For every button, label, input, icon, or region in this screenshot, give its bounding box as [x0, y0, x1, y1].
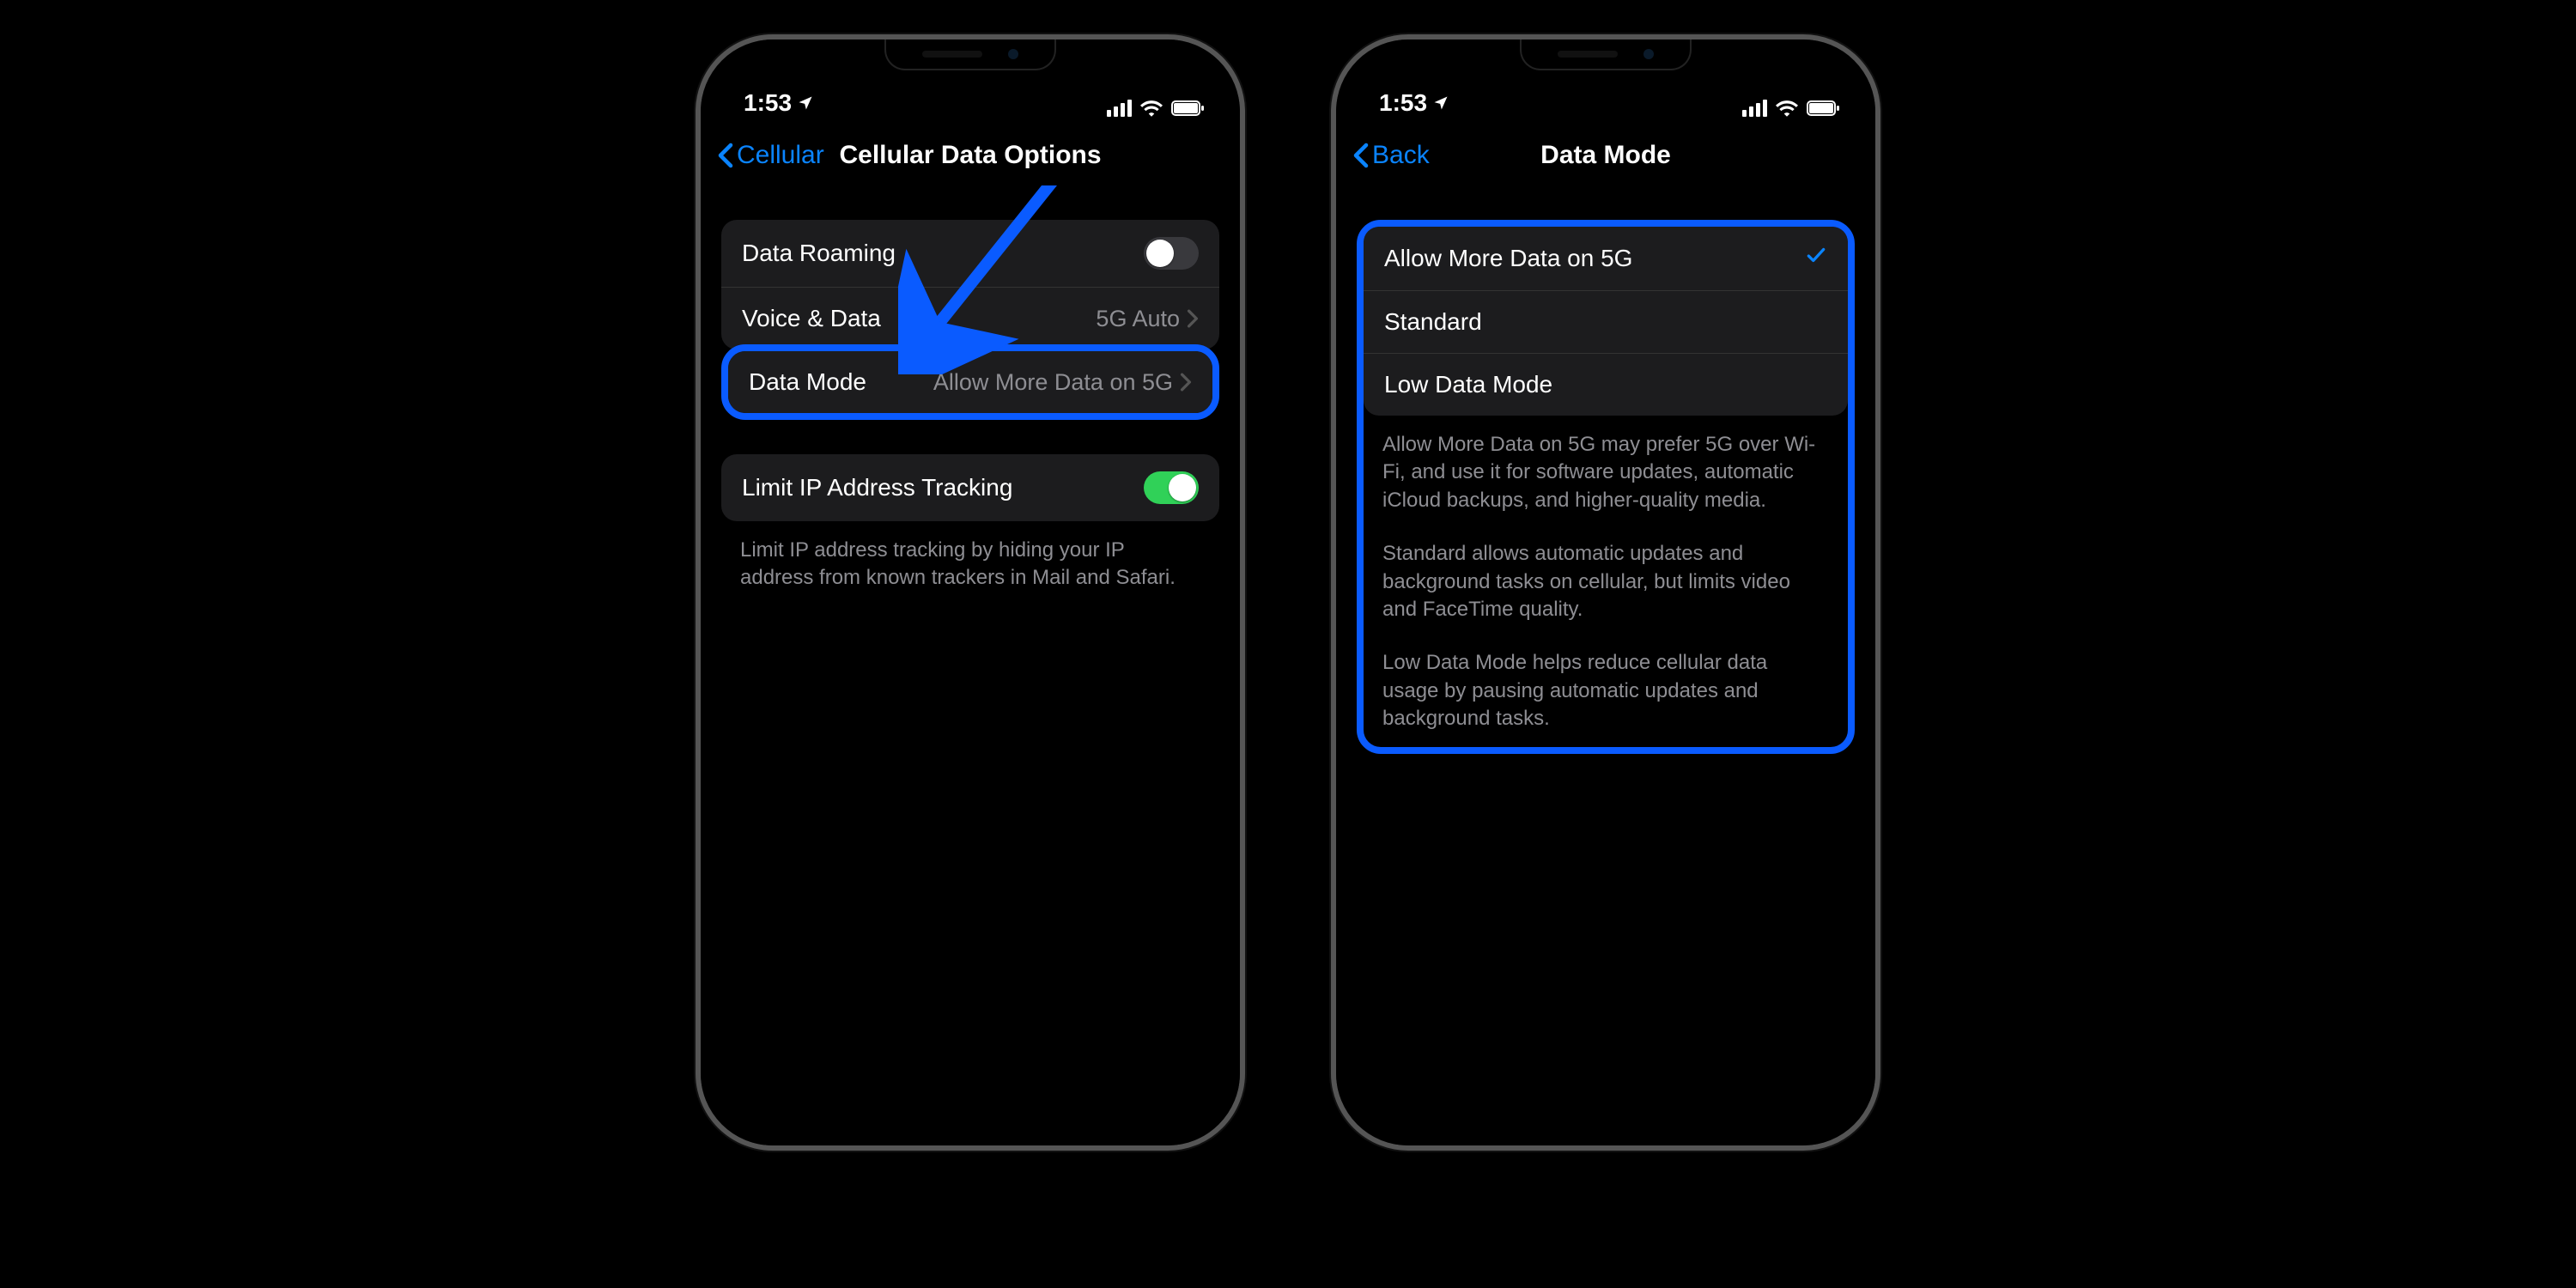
- row-data-roaming[interactable]: Data Roaming: [721, 220, 1219, 287]
- wifi-icon: [1776, 100, 1798, 117]
- location-icon: [1432, 94, 1449, 112]
- mute-switch: [1331, 254, 1334, 297]
- volume-up: [696, 323, 699, 400]
- status-time: 1:53: [1379, 89, 1427, 117]
- option-low-data[interactable]: Low Data Mode: [1364, 353, 1848, 416]
- highlight-data-mode-options: Allow More Data on 5G Standard Low Data …: [1357, 220, 1855, 754]
- nav-bar: Cellular Cellular Data Options: [701, 125, 1240, 185]
- chevron-back-icon: [718, 143, 733, 168]
- option-label: Low Data Mode: [1384, 371, 1552, 398]
- cellular-signal-icon: [1742, 100, 1767, 117]
- volume-down: [696, 417, 699, 495]
- data-roaming-toggle[interactable]: [1144, 237, 1199, 270]
- option-standard[interactable]: Standard: [1364, 290, 1848, 353]
- battery-icon: [1171, 100, 1206, 117]
- row-limit-ip[interactable]: Limit IP Address Tracking: [721, 454, 1219, 521]
- notch: [884, 39, 1056, 70]
- desc-low-data: Low Data Mode helps reduce cellular data…: [1364, 646, 1848, 746]
- phone-right: 1:53 Back Data Mode: [1331, 34, 1880, 1151]
- highlight-data-mode: Data Mode Allow More Data on 5G: [721, 344, 1219, 420]
- desc-standard: Standard allows automatic updates and ba…: [1364, 537, 1848, 623]
- chevron-back-icon: [1353, 143, 1369, 168]
- row-label: Data Roaming: [742, 240, 896, 267]
- option-allow-more-5g[interactable]: Allow More Data on 5G: [1364, 227, 1848, 290]
- power-button: [1877, 331, 1880, 452]
- back-label: Back: [1372, 141, 1430, 170]
- notch: [1520, 39, 1692, 70]
- checkmark-icon: [1805, 244, 1827, 273]
- cellular-signal-icon: [1107, 100, 1132, 117]
- row-data-mode[interactable]: Data Mode Allow More Data on 5G: [728, 351, 1212, 413]
- option-label: Standard: [1384, 308, 1482, 336]
- back-button[interactable]: Cellular: [718, 141, 824, 170]
- row-label: Data Mode: [749, 368, 866, 396]
- status-time: 1:53: [744, 89, 792, 117]
- back-label: Cellular: [737, 141, 824, 170]
- row-voice-data[interactable]: Voice & Data 5G Auto: [721, 287, 1219, 349]
- settings-group-1: Data Roaming Voice & Data 5G Auto: [721, 220, 1219, 349]
- desc-allow-more: Allow More Data on 5G may prefer 5G over…: [1364, 428, 1848, 514]
- wifi-icon: [1140, 100, 1163, 117]
- row-label: Limit IP Address Tracking: [742, 474, 1012, 501]
- row-value: 5G Auto: [1096, 306, 1180, 332]
- limit-ip-toggle[interactable]: [1144, 471, 1199, 504]
- phone-left: 1:53 Cellular Cellular Data Options: [696, 34, 1245, 1151]
- row-label: Voice & Data: [742, 305, 881, 332]
- location-icon: [797, 94, 814, 112]
- volume-down: [1331, 417, 1334, 495]
- options-group: Allow More Data on 5G Standard Low Data …: [1364, 227, 1848, 416]
- chevron-right-icon: [1187, 309, 1199, 328]
- chevron-right-icon: [1180, 373, 1192, 392]
- mute-switch: [696, 254, 699, 297]
- content-area: Allow More Data on 5G Standard Low Data …: [1336, 185, 1875, 1145]
- nav-bar: Back Data Mode: [1336, 125, 1875, 185]
- row-value: Allow More Data on 5G: [933, 369, 1173, 396]
- content-area: Data Roaming Voice & Data 5G Auto Data M…: [701, 185, 1240, 1145]
- power-button: [1242, 331, 1245, 452]
- battery-icon: [1807, 100, 1841, 117]
- footer-text: Limit IP address tracking by hiding your…: [721, 533, 1219, 592]
- settings-group-2: Limit IP Address Tracking: [721, 454, 1219, 521]
- option-label: Allow More Data on 5G: [1384, 245, 1632, 272]
- volume-up: [1331, 323, 1334, 400]
- back-button[interactable]: Back: [1353, 141, 1430, 170]
